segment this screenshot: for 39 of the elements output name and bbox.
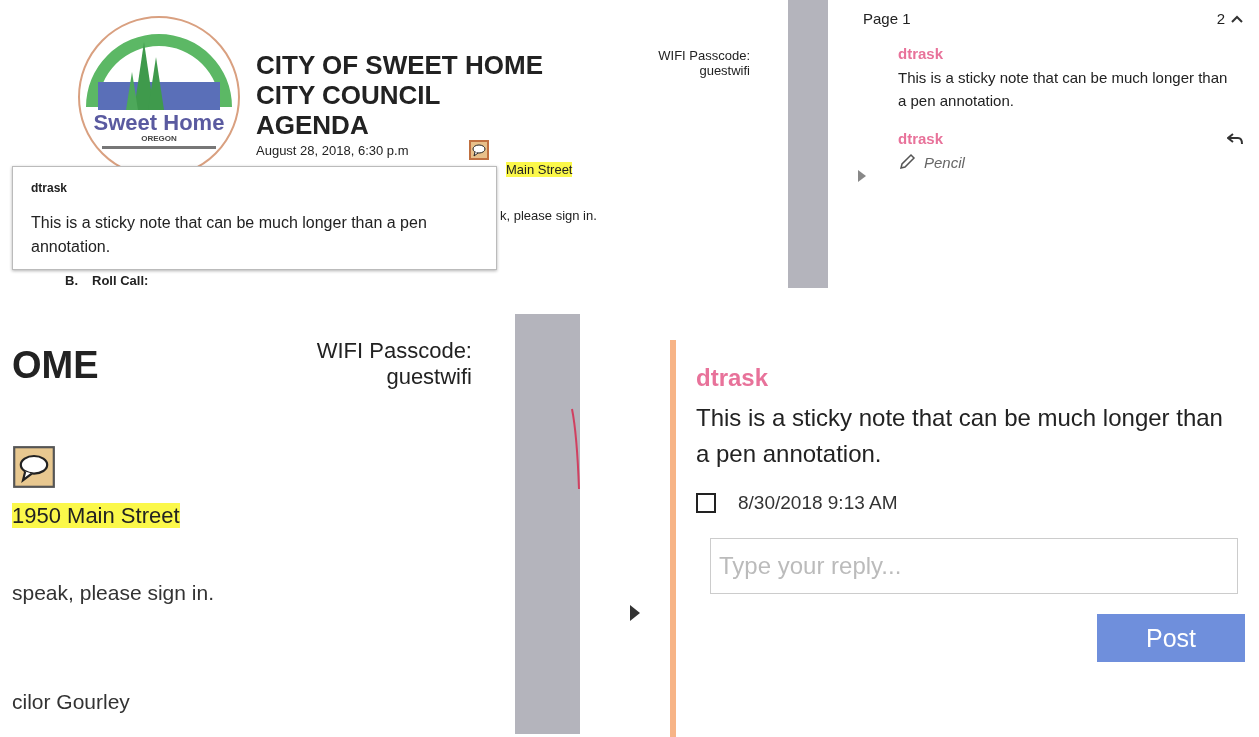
checkbox[interactable] (696, 493, 716, 513)
comment-text: This is a sticky note that can be much longer than a pen annotation. (696, 403, 1224, 469)
wifi-label: WIFI Passcode: (657, 48, 750, 63)
wifi-label: WIFI Passcode: (315, 338, 472, 364)
reply-field[interactable]: Type your reply... (710, 538, 1238, 594)
scrollbar[interactable] (515, 314, 580, 734)
comment-icon[interactable] (468, 140, 489, 160)
wifi-value: guestwifi (385, 364, 472, 390)
comment-author: dtrask (898, 45, 944, 62)
agenda-heading: OME (12, 344, 100, 387)
logo-state: OREGON (141, 134, 177, 143)
post-button[interactable]: Post (1097, 614, 1245, 662)
highlighted-address: 1950 Main Street (12, 503, 180, 528)
scrollbar[interactable] (788, 0, 828, 288)
agenda-text: k, please sign in. (500, 208, 598, 223)
expand-icon[interactable] (630, 605, 640, 621)
comment-author: dtrask (898, 130, 944, 147)
logo-name: Sweet Home (93, 110, 225, 135)
comment-icon[interactable] (12, 445, 56, 489)
pencil-icon (898, 153, 916, 171)
reply-icon[interactable] (1227, 132, 1243, 145)
comment-date: 8/30/2018 9:13 AM (738, 492, 898, 514)
meeting-date: August 28, 2018, 6:30 p.m (256, 142, 409, 158)
wifi-value: guestwifi (698, 63, 750, 78)
agenda-text: cilor Gourley (12, 690, 131, 714)
collapse-icon[interactable] (1231, 14, 1243, 23)
annotation-type: Pencil (924, 153, 965, 171)
popup-author: dtrask (31, 181, 69, 195)
item-label: Roll Call: (92, 273, 149, 288)
agenda-text: speak, please sign in. (12, 581, 215, 605)
comment-count: 2 (1216, 10, 1225, 27)
item-letter: B. (65, 273, 78, 288)
comment-author: dtrask (696, 364, 770, 392)
agenda-heading: CITY OF SWEET HOME (256, 50, 544, 80)
comment-text: This is a sticky note that can be much longer than a pen annotation. (898, 68, 1229, 111)
popup-text: This is a sticky note that can be much longer than a pen annotation. (31, 213, 428, 257)
page-heading: Page 1 (863, 10, 912, 27)
agenda-heading: CITY COUNCIL (256, 80, 442, 110)
agenda-heading: AGENDA (256, 110, 370, 140)
